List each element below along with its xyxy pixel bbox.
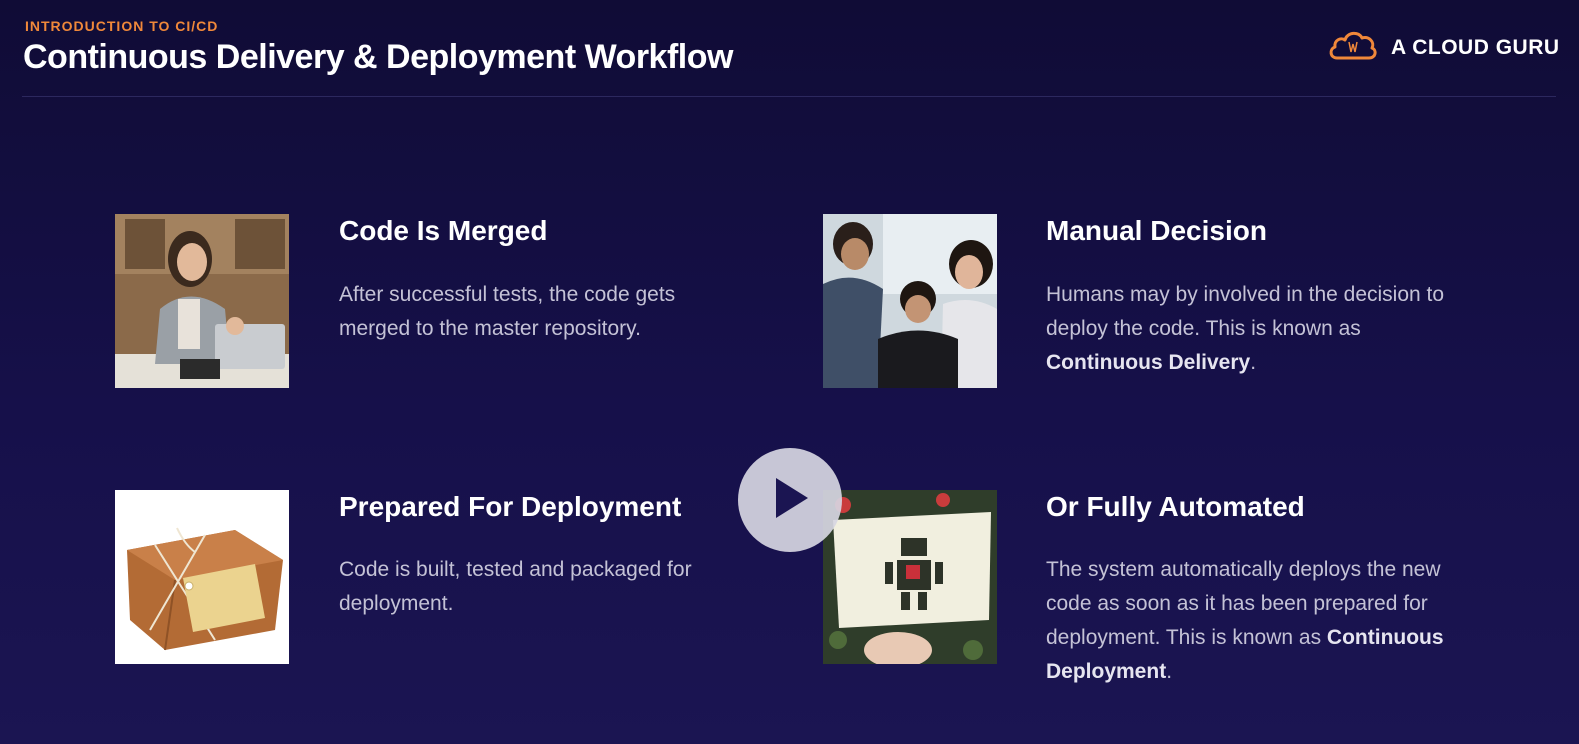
- package-image: [115, 490, 289, 664]
- card-title: Or Fully Automated: [1046, 491, 1305, 522]
- brand-name: A CLOUD GURU: [1391, 35, 1560, 59]
- card-title: Manual Decision: [1046, 215, 1267, 246]
- card-body: After successful tests, the code gets me…: [339, 283, 676, 340]
- card-body: The system automatically deploys the new…: [1046, 553, 1456, 689]
- robot-card-image: [823, 490, 997, 664]
- team-image: [823, 214, 997, 388]
- play-button[interactable]: [738, 448, 842, 552]
- play-icon: [770, 475, 810, 526]
- card-body-end: .: [1166, 660, 1173, 683]
- page-title: Continuous Delivery & Deployment Workflo…: [23, 38, 733, 76]
- header-divider: [22, 96, 1556, 97]
- term-continuous-delivery: Continuous Delivery: [1046, 351, 1251, 374]
- woman-laptop-image: [115, 214, 289, 388]
- card-body: Code is built, tested and packaged for d…: [339, 558, 692, 615]
- card-body-text: Humans may by involved in the decision t…: [1046, 283, 1445, 340]
- brand-logo: A CLOUD GURU: [1327, 28, 1560, 67]
- card-body: Humans may by involved in the decision t…: [1046, 278, 1456, 380]
- card-body-end: .: [1250, 351, 1257, 374]
- card-title: Prepared For Deployment: [339, 491, 682, 522]
- cloud-logo-icon: [1327, 28, 1379, 67]
- card-title: Code Is Merged: [339, 215, 548, 246]
- section-kicker: INTRODUCTION TO CI/CD: [25, 18, 219, 34]
